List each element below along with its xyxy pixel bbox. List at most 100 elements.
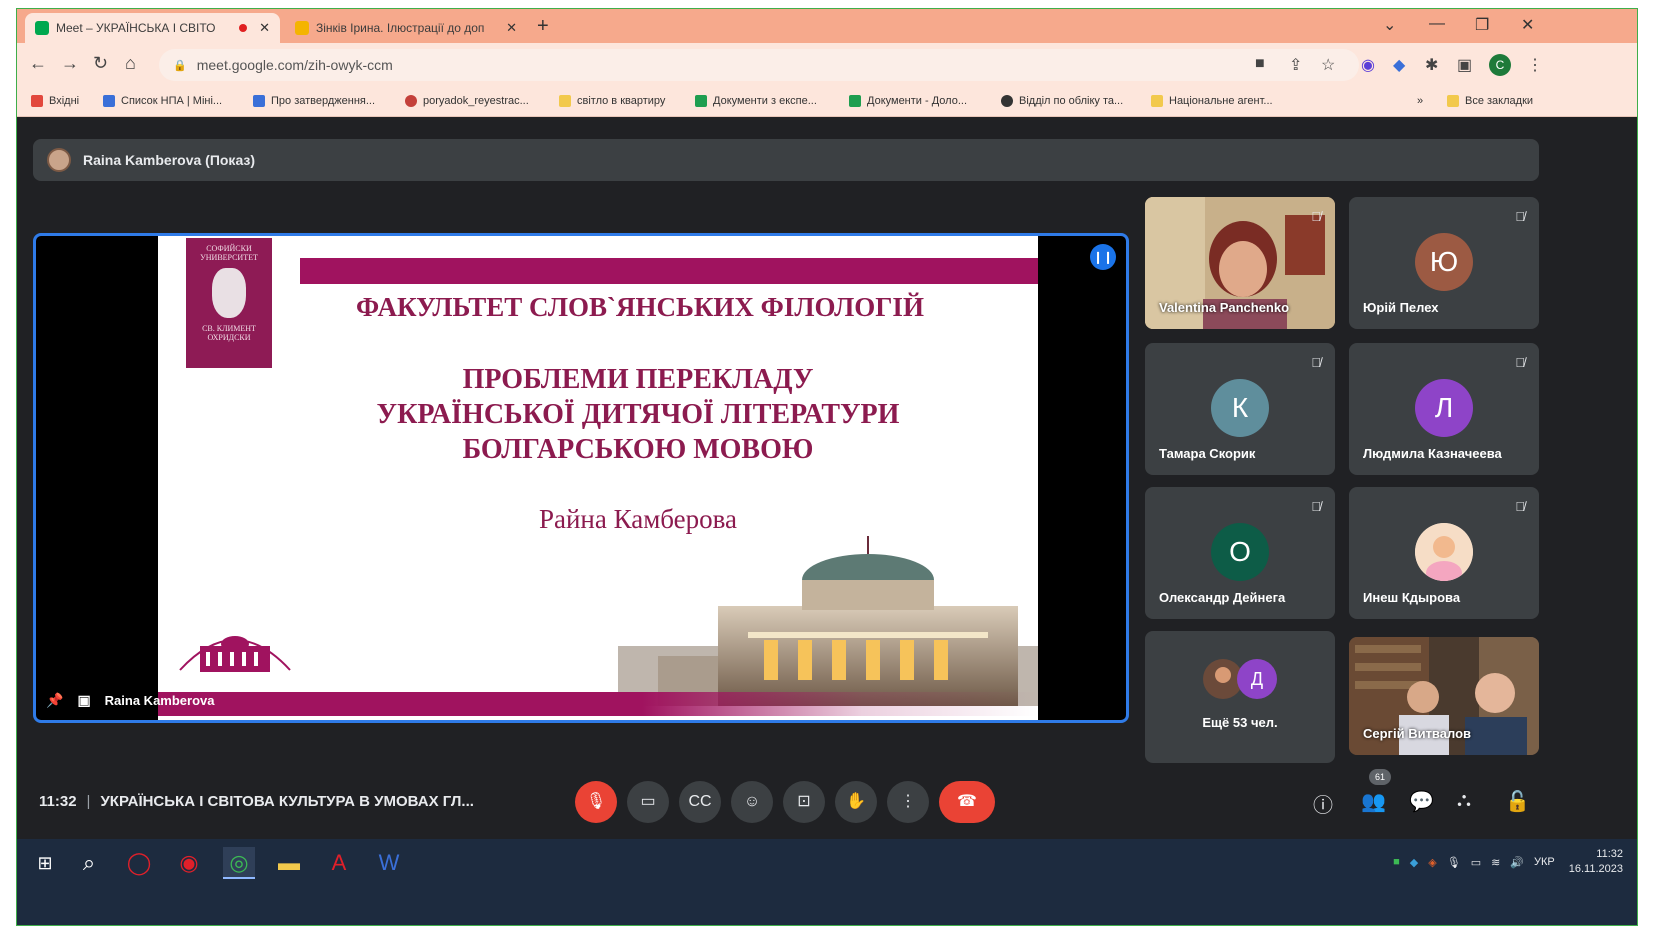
- faculty-logo-icon: [179, 636, 291, 672]
- more-options-button[interactable]: ⋮: [887, 781, 929, 823]
- present-button[interactable]: ⊡: [783, 781, 825, 823]
- more-bookmarks-icon[interactable]: »: [1417, 95, 1423, 107]
- separator: |: [86, 793, 91, 810]
- chat-icon[interactable]: 💬: [1409, 789, 1434, 814]
- camera-indicator-icon[interactable]: ■: [1255, 55, 1265, 73]
- meeting-details-icon[interactable]: ⓘ: [1313, 789, 1333, 818]
- tab-slides[interactable]: Зінків Ірина. Ілюстрації до доп ✕: [285, 13, 527, 43]
- close-tab-icon[interactable]: ✕: [506, 20, 517, 36]
- camera-button[interactable]: ▭: [627, 781, 669, 823]
- avatar: О: [1211, 523, 1269, 581]
- participant-name: Юрій Пелех: [1363, 300, 1439, 315]
- more-participants-tile[interactable]: Д Ещё 53 чел.: [1145, 631, 1335, 763]
- emoji-button[interactable]: ☺: [731, 781, 773, 823]
- bookmark-item[interactable]: poryadok_reyestrac...: [405, 95, 529, 107]
- volume-icon[interactable]: 🔊: [1510, 856, 1524, 869]
- stage-presenter-name: Raina Kamberova: [104, 693, 215, 708]
- search-icon[interactable]: ⌕: [73, 847, 105, 879]
- app-tray-icon[interactable]: ■: [1393, 856, 1400, 868]
- windows-start-icon[interactable]: ⊞: [29, 847, 61, 879]
- slides-icon: [295, 21, 309, 35]
- participant-tile[interactable]: 🎙̸ О Олександр Дейнега: [1145, 487, 1335, 619]
- speaking-indicator-icon: ❙❙: [1090, 244, 1116, 270]
- extension-icon[interactable]: ◆: [1393, 55, 1405, 75]
- tab-search-icon[interactable]: ⌄: [1383, 15, 1396, 35]
- app-tray-icon[interactable]: ◈: [1428, 856, 1436, 869]
- forward-icon[interactable]: →: [61, 53, 79, 74]
- presentation-stage[interactable]: СОФИЙСКИ УНИВЕРСИТЕТ СВ. КЛИМЕНТ ОХРИДСК…: [33, 233, 1129, 723]
- avatar: Л: [1415, 379, 1473, 437]
- extension-icon[interactable]: ◉: [1361, 55, 1375, 75]
- opera-gx-icon[interactable]: ◉: [173, 847, 205, 879]
- chrome-icon[interactable]: ◎: [223, 847, 255, 879]
- bookmark-item[interactable]: Документи з експе...: [695, 95, 817, 107]
- app-tray-icon[interactable]: ◆: [1410, 856, 1418, 869]
- raise-hand-button[interactable]: ✋: [835, 781, 877, 823]
- bookmark-star-icon[interactable]: ☆: [1321, 55, 1335, 75]
- activities-icon[interactable]: ⛬: [1457, 789, 1471, 812]
- meet-area: Raina Kamberova (Показ) СОФИЙСКИ УНИВЕРС…: [17, 117, 1637, 839]
- participant-tile[interactable]: 🎙̸ Ю Юрій Пелех: [1349, 197, 1539, 329]
- bookmark-item-all[interactable]: Все закладки: [1447, 95, 1533, 107]
- folder-icon: [1447, 95, 1459, 107]
- bookmark-item[interactable]: Національне агент...: [1151, 95, 1273, 107]
- reload-icon[interactable]: ↻: [93, 53, 108, 74]
- language-indicator[interactable]: УКР: [1534, 856, 1555, 868]
- participant-name: Олександр Дейнега: [1159, 590, 1286, 605]
- participant-tile[interactable]: 🎙̸ Л Людмила Казначеева: [1349, 343, 1539, 475]
- close-window-icon[interactable]: ✕: [1521, 15, 1534, 35]
- participant-name: Людмила Казначеева: [1363, 446, 1502, 461]
- back-icon[interactable]: ←: [29, 53, 47, 74]
- avatar: [47, 148, 71, 172]
- side-panel-icon[interactable]: ▣: [1457, 55, 1472, 75]
- wifi-icon[interactable]: ≋: [1491, 856, 1500, 869]
- maximize-icon[interactable]: ❐: [1475, 15, 1489, 35]
- bookmark-item[interactable]: Документи - Доло...: [849, 95, 967, 107]
- minimize-icon[interactable]: —: [1429, 15, 1445, 33]
- mic-off-icon: 🎙̸: [1311, 355, 1321, 370]
- opera-icon[interactable]: ◯: [123, 847, 155, 879]
- bookmark-item[interactable]: Вхідні: [31, 95, 79, 107]
- captions-button[interactable]: CC: [679, 781, 721, 823]
- bookmark-item[interactable]: Про затвердження...: [253, 95, 375, 107]
- participant-tile[interactable]: 🎙̸ Инеш Кдырова: [1349, 487, 1539, 619]
- slide-title: ПРОБЛЕМИ ПЕРЕКЛАДУ УКРАЇНСЬКОЇ ДИТЯЧОЇ Л…: [278, 362, 998, 467]
- url-text: meet.google.com/zih-owyk-ccm: [196, 57, 393, 73]
- pin-icon[interactable]: 📌: [46, 692, 63, 709]
- close-tab-icon[interactable]: ✕: [259, 20, 270, 36]
- slide-faculty: ФАКУЛЬТЕТ СЛОВ`ЯНСЬКИХ ФІЛОЛОГІЙ: [356, 292, 924, 322]
- people-icon[interactable]: 👥: [1361, 789, 1386, 814]
- bookmark-item[interactable]: світло в квартиру: [559, 95, 665, 107]
- mic-off-icon: 🎙̸: [1515, 209, 1525, 224]
- profile-avatar[interactable]: C: [1489, 54, 1511, 76]
- participant-tile[interactable]: Сергій Витвалов: [1349, 637, 1539, 755]
- tab-meet[interactable]: Meet – УКРАЇНСЬКА І СВІТО ✕: [25, 13, 280, 43]
- mic-tray-icon[interactable]: 🎙: [1447, 856, 1461, 869]
- tab-title: Зінків Ірина. Ілюстрації до доп: [316, 21, 485, 35]
- address-bar[interactable]: 🔒 meet.google.com/zih-owyk-ccm: [159, 49, 1359, 81]
- home-icon[interactable]: ⌂: [125, 53, 136, 74]
- mic-off-button[interactable]: 🎙: [575, 781, 617, 823]
- datetime[interactable]: 11:32 16.11.2023: [1569, 847, 1623, 877]
- globe-icon: [1001, 95, 1013, 107]
- present-icon[interactable]: ▣: [77, 692, 90, 709]
- bookmark-item[interactable]: Відділ по обліку та...: [1001, 95, 1123, 107]
- acrobat-icon[interactable]: A: [323, 847, 355, 879]
- new-tab-icon[interactable]: +: [537, 15, 549, 38]
- bookmark-item[interactable]: Список НПА | Міні...: [103, 95, 222, 107]
- extensions-puzzle-icon[interactable]: ✱: [1425, 55, 1438, 75]
- gmail-icon: [31, 95, 43, 107]
- university-building-image: [598, 536, 1038, 706]
- share-icon[interactable]: ⇪: [1289, 55, 1302, 75]
- battery-icon[interactable]: ▭: [1471, 856, 1481, 869]
- participant-name: Инеш Кдырова: [1363, 590, 1461, 605]
- participant-tile[interactable]: 🎙̸ Valentina Panchenko: [1145, 197, 1335, 329]
- leave-call-button[interactable]: ☎: [939, 781, 995, 823]
- host-controls-icon[interactable]: 🔓: [1505, 789, 1530, 814]
- word-icon[interactable]: W: [373, 847, 405, 879]
- menu-icon[interactable]: ⋮: [1527, 55, 1543, 75]
- mic-off-icon: 🎙̸: [1515, 499, 1525, 514]
- system-tray: ■ ◆ ◈ 🎙 ▭ ≋ 🔊 УКР 11:32 16.11.2023: [1383, 847, 1623, 877]
- file-explorer-icon[interactable]: ▬: [273, 847, 305, 879]
- participant-tile[interactable]: 🎙̸ К Тамара Скорик: [1145, 343, 1335, 475]
